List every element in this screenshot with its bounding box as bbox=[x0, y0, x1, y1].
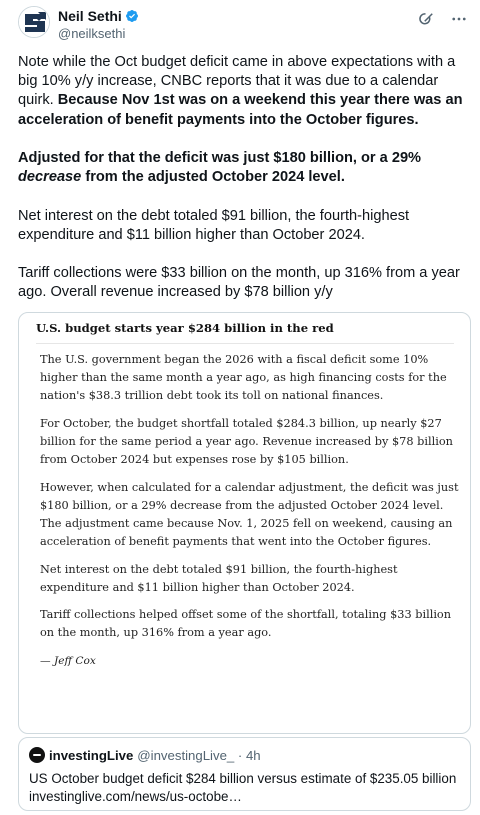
quoted-avatar bbox=[29, 747, 45, 763]
author-handle[interactable]: @neilksethi bbox=[58, 26, 125, 41]
quoted-author-handle: @investingLive_ · 4h bbox=[137, 747, 261, 763]
author-name[interactable]: Neil Sethi bbox=[58, 8, 122, 24]
tweet-p2-italic: decrease bbox=[18, 169, 82, 186]
article-paragraph: However, when calculated for a calendar … bbox=[40, 480, 459, 549]
quoted-link[interactable]: investinglive.com/news/us-octobe… bbox=[29, 788, 469, 806]
tweet-text: Note while the Oct budget deficit came i… bbox=[18, 53, 468, 303]
article-body: The U.S. government began the 2026 with … bbox=[40, 351, 460, 679]
quoted-tweet[interactable]: investingLive @investingLive_ · 4h US Oc… bbox=[18, 737, 471, 811]
avatar-logo-icon bbox=[19, 7, 49, 37]
article-paragraph: Tariff collections helped offset some of… bbox=[40, 608, 452, 640]
article-image[interactable]: U.S. budget starts year $284 billion in … bbox=[18, 312, 471, 734]
verified-badge-icon bbox=[125, 10, 138, 22]
tweet-p2-bold-a: Adjusted for that the deficit was just $… bbox=[18, 150, 422, 166]
tweet-paragraph-1: Note while the Oct budget deficit came i… bbox=[18, 53, 468, 130]
tweet-paragraph-2: Adjusted for that the deficit was just $… bbox=[18, 149, 468, 187]
article-paragraph: The U.S. government began the 2026 with … bbox=[40, 353, 447, 403]
article-paragraph: For October, the budget shortfall totale… bbox=[40, 416, 453, 467]
grok-icon[interactable] bbox=[418, 10, 436, 28]
article-title: U.S. budget starts year $284 billion in … bbox=[36, 321, 334, 335]
article-divider bbox=[36, 343, 454, 344]
article-paragraph: Net interest on the debt totaled $91 bil… bbox=[40, 562, 398, 594]
tweet-paragraph-3: Net interest on the debt totaled $91 bil… bbox=[18, 207, 410, 243]
tweet-header: Neil Sethi @neilksethi bbox=[18, 6, 474, 46]
author-avatar[interactable] bbox=[18, 6, 50, 38]
article-byline: — Jeff Cox bbox=[40, 654, 96, 667]
tweet-paragraph-4: Tariff collections were $33 billion on t… bbox=[18, 265, 460, 301]
tweet-p2-bold-b: from the adjusted October 2024 level. bbox=[81, 169, 345, 186]
more-icon[interactable] bbox=[450, 10, 468, 28]
quoted-tweet-text: US October budget deficit $284 billion v… bbox=[29, 770, 469, 806]
tweet-p1-bold: Because Nov 1st was on a weekend this ye… bbox=[18, 92, 463, 128]
quoted-tweet-header: investingLive @investingLive_ · 4h bbox=[29, 747, 261, 763]
quoted-author-name: investingLive bbox=[49, 747, 134, 763]
quoted-text-line: US October budget deficit $284 billion v… bbox=[29, 771, 457, 786]
